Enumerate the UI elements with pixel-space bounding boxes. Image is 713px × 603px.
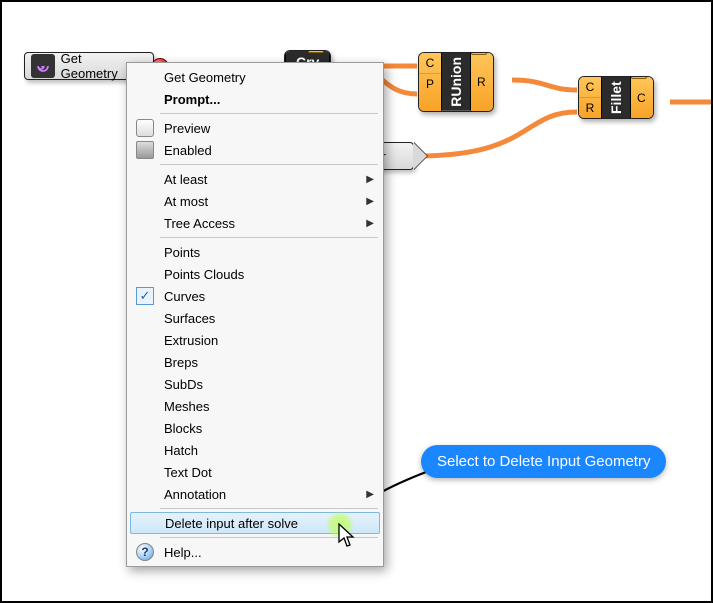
menu-annotation[interactable]: Annotation ▶ bbox=[130, 483, 380, 505]
node-core-label: Fillet bbox=[601, 77, 631, 118]
warning-badge bbox=[308, 50, 324, 53]
menu-points[interactable]: Points bbox=[130, 241, 380, 263]
menu-item-label: Delete input after solve bbox=[165, 516, 298, 531]
node-core-label: RUnion bbox=[441, 53, 471, 111]
menu-text-dot[interactable]: Text Dot bbox=[130, 461, 380, 483]
inputs-column: C R bbox=[579, 77, 601, 118]
menu-delete-input-after-solve[interactable]: Delete input after solve bbox=[130, 512, 380, 534]
menu-preview[interactable]: Preview bbox=[130, 117, 380, 139]
port-c-in[interactable]: C bbox=[579, 77, 601, 98]
menu-blocks[interactable]: Blocks bbox=[130, 417, 380, 439]
node-canvas[interactable]: Get Geometry Crv C P RUnion R C R Fillet… bbox=[2, 2, 711, 601]
port-r-out[interactable]: R bbox=[471, 53, 493, 111]
port-p-in[interactable]: P bbox=[419, 74, 441, 94]
menu-item-label: Hatch bbox=[164, 443, 198, 458]
submenu-arrow-icon: ▶ bbox=[366, 489, 374, 500]
menu-meshes[interactable]: Meshes bbox=[130, 395, 380, 417]
menu-item-label: Enabled bbox=[164, 143, 212, 158]
menu-item-label: Annotation bbox=[164, 487, 226, 502]
menu-item-label: Meshes bbox=[164, 399, 210, 414]
menu-item-label: Help... bbox=[164, 545, 202, 560]
menu-surfaces[interactable]: Surfaces bbox=[130, 307, 380, 329]
menu-separator bbox=[160, 537, 378, 538]
callout-bubble: Select to Delete Input Geometry bbox=[421, 445, 666, 478]
menu-enabled[interactable]: Enabled bbox=[130, 139, 380, 161]
port-c-out[interactable]: C bbox=[631, 77, 653, 118]
menu-item-label: Tree Access bbox=[164, 216, 235, 231]
node-tip bbox=[413, 143, 427, 169]
port-r-in[interactable]: R bbox=[579, 98, 601, 118]
submenu-arrow-icon: ▶ bbox=[366, 196, 374, 207]
menu-item-label: Blocks bbox=[164, 421, 202, 436]
warning-badge bbox=[471, 52, 487, 55]
menu-item-label: Curves bbox=[164, 289, 205, 304]
outputs-column: C bbox=[631, 77, 653, 118]
menu-title: Get Geometry bbox=[130, 66, 380, 88]
menu-item-label: Surfaces bbox=[164, 311, 215, 326]
menu-extrusion[interactable]: Extrusion bbox=[130, 329, 380, 351]
help-icon: ? bbox=[136, 543, 154, 561]
menu-points-clouds[interactable]: Points Clouds bbox=[130, 263, 380, 285]
check-icon: ✓ bbox=[136, 287, 154, 305]
menu-item-label: Breps bbox=[164, 355, 198, 370]
node-fillet[interactable]: C R Fillet C bbox=[578, 76, 654, 119]
menu-subds[interactable]: SubDs bbox=[130, 373, 380, 395]
menu-separator bbox=[160, 164, 378, 165]
menu-breps[interactable]: Breps bbox=[130, 351, 380, 373]
menu-item-label: Points Clouds bbox=[164, 267, 244, 282]
context-menu: Get Geometry Prompt... Preview Enabled A… bbox=[126, 62, 384, 567]
menu-item-label: Text Dot bbox=[164, 465, 212, 480]
menu-item-label: Extrusion bbox=[164, 333, 218, 348]
spiral-icon bbox=[31, 54, 55, 78]
menu-help[interactable]: ? Help... bbox=[130, 541, 380, 563]
menu-separator bbox=[160, 508, 378, 509]
menu-item-label: At least bbox=[164, 172, 207, 187]
menu-item-label: Points bbox=[164, 245, 200, 260]
port-c-in[interactable]: C bbox=[419, 53, 441, 74]
submenu-arrow-icon: ▶ bbox=[366, 174, 374, 185]
menu-at-least[interactable]: At least ▶ bbox=[130, 168, 380, 190]
inputs-column: C P bbox=[419, 53, 441, 111]
menu-title-label: Get Geometry bbox=[164, 70, 246, 85]
callout-text: Select to Delete Input Geometry bbox=[437, 453, 650, 470]
menu-item-label: Prompt... bbox=[164, 92, 220, 107]
menu-item-label: SubDs bbox=[164, 377, 203, 392]
enabled-icon bbox=[136, 141, 154, 159]
warning-badge bbox=[631, 76, 647, 79]
menu-prompt[interactable]: Prompt... bbox=[130, 88, 380, 110]
menu-item-label: At most bbox=[164, 194, 208, 209]
outputs-column: R bbox=[471, 53, 493, 111]
menu-separator bbox=[160, 113, 378, 114]
submenu-arrow-icon: ▶ bbox=[366, 218, 374, 229]
preview-icon bbox=[136, 119, 154, 137]
menu-hatch[interactable]: Hatch bbox=[130, 439, 380, 461]
menu-curves[interactable]: ✓ Curves bbox=[130, 285, 380, 307]
menu-item-label: Preview bbox=[164, 121, 210, 136]
menu-separator bbox=[160, 237, 378, 238]
menu-tree-access[interactable]: Tree Access ▶ bbox=[130, 212, 380, 234]
node-runion[interactable]: C P RUnion R bbox=[418, 52, 494, 112]
menu-at-most[interactable]: At most ▶ bbox=[130, 190, 380, 212]
